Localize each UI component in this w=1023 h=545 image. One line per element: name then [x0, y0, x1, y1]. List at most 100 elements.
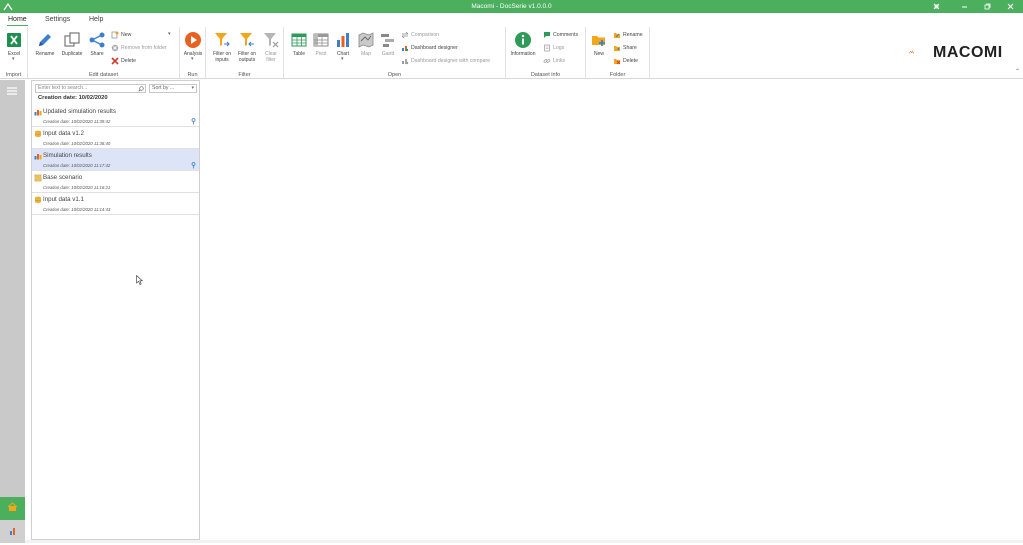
remove-from-folder-label: Remove from folder [121, 44, 167, 51]
share-icon [89, 32, 105, 48]
excel-dropdown-icon[interactable]: ▾ [12, 56, 15, 62]
remove-icon [111, 44, 119, 51]
excel-icon [7, 33, 21, 47]
pin-icon[interactable] [191, 118, 196, 125]
filter-on-inputs-button[interactable]: Filter on inputs [209, 31, 235, 63]
new-dropdown-icon[interactable]: ▾ [168, 31, 171, 37]
filter-inputs-icon [215, 33, 230, 47]
close-button[interactable] [1003, 1, 1017, 12]
chart-dropdown-icon[interactable]: ▾ [341, 56, 344, 62]
new-folder-button[interactable]: New [586, 31, 612, 57]
dashboard-designer-compare-button[interactable]: Dashboard designer with compare [401, 56, 490, 65]
restore-button[interactable] [980, 1, 994, 12]
home-icon [7, 502, 18, 511]
dataset-list-item[interactable]: Input data v1.2 Creation date: 10/02/202… [32, 127, 199, 149]
delete-label: Delete [121, 57, 136, 64]
clear-filter-button[interactable]: Clear filter [258, 31, 284, 63]
new-folder-icon [592, 36, 605, 46]
comments-button[interactable]: Comments [543, 30, 578, 39]
rename-folder-icon [614, 32, 620, 38]
ribbon-group-folder: New Rename Share Delete Folder [586, 27, 650, 79]
hamburger-menu-icon[interactable] [6, 86, 18, 96]
share-folder-label: Share [623, 44, 637, 51]
delete-folder-button[interactable]: Delete [613, 56, 638, 65]
collapse-ribbon-icon[interactable]: ⌃ [1015, 68, 1020, 75]
brand-logo-text: MACOMI [933, 44, 1003, 61]
dataset-name: Base scenario [43, 174, 83, 181]
window-title: Macomi - DocSerie v1.0.0.0 [471, 3, 552, 10]
pin-icon [933, 3, 939, 10]
table-label: Table [293, 51, 305, 57]
tab-help[interactable]: Help [89, 16, 103, 23]
group-label-edit-dataset: Edit dataset [88, 72, 119, 78]
open-gantt-button[interactable]: Gantt [375, 31, 401, 57]
tab-settings[interactable]: Settings [45, 16, 70, 23]
tab-home[interactable]: Home [7, 16, 28, 26]
comparison-button[interactable]: Comparison [401, 30, 439, 39]
information-label: Information [510, 51, 536, 57]
search-input[interactable]: Enter text to search... [35, 84, 146, 93]
rename-folder-label: Rename [623, 31, 643, 38]
minimize-button[interactable] [957, 1, 971, 12]
ribbon-group-edit-dataset: Rename Duplicate Share New ▾ Remove from… [28, 27, 180, 79]
nav-dashboard-button[interactable] [0, 520, 25, 543]
pin-icon[interactable] [191, 162, 196, 169]
dataset-creation-date: Creation date: 10/02/2020 11:38:40 [43, 141, 111, 146]
ribbon-group-import: Excel ▾ Import [0, 27, 28, 79]
rename-folder-button[interactable]: Rename [613, 30, 643, 39]
comment-icon [544, 31, 550, 38]
database-icon [34, 130, 42, 138]
links-button[interactable]: Links [543, 56, 565, 65]
new-dataset-button[interactable]: New [111, 30, 131, 39]
group-label-dataset-info: Dataset info [530, 72, 561, 78]
filter-outputs-label-2: outputs [238, 57, 256, 63]
mouse-cursor-icon [136, 275, 143, 285]
logs-button[interactable]: Logs [543, 43, 564, 52]
dataset-name: Input data v1.1 [43, 196, 84, 203]
dataset-name: Simulation results [43, 152, 92, 159]
delete-folder-icon [614, 58, 621, 64]
dataset-list-item[interactable]: Base scenario Creation date: 10/02/2020 … [32, 171, 199, 193]
sort-by-dropdown[interactable]: Sort by ... ▾ [149, 84, 197, 93]
filter-on-outputs-button[interactable]: Filter on outputs [234, 31, 260, 63]
remove-from-folder-button[interactable]: Remove from folder [111, 43, 167, 52]
search-placeholder: Enter text to search... [38, 85, 88, 91]
share-folder-button[interactable]: Share [613, 43, 637, 52]
ribbon-group-filter: Filter on inputs Filter on outputs Clear… [206, 27, 284, 79]
info-icon [515, 32, 531, 48]
group-label-folder: Folder [609, 72, 626, 78]
analysis-dropdown-icon[interactable]: ▾ [191, 56, 194, 62]
menu-bar: Home Settings Help [0, 13, 1023, 27]
analysis-button[interactable]: Analysis [180, 31, 206, 57]
delete-dataset-button[interactable]: Delete [111, 56, 136, 65]
table-icon [291, 33, 307, 47]
pivot-icon [313, 33, 329, 47]
excel-import-button[interactable]: Excel [1, 31, 27, 57]
pin-window-button[interactable] [929, 1, 943, 12]
share-folder-icon [614, 45, 620, 51]
dataset-list-item-selected[interactable]: Simulation results Creation date: 10/02/… [32, 149, 199, 171]
map-label: Map [361, 51, 371, 57]
close-icon [1007, 3, 1013, 10]
information-button[interactable]: Information [510, 31, 536, 57]
restore-icon [984, 3, 990, 10]
rename-dataset-button[interactable]: Rename [32, 31, 58, 57]
dashboard-designer-button[interactable]: Dashboard designer [401, 43, 458, 52]
filter-inputs-label-2: inputs [215, 57, 229, 63]
ribbon: Excel ▾ Import Rename Duplicate Share Ne… [0, 27, 1023, 79]
duplicate-dataset-button[interactable]: Duplicate [59, 31, 85, 57]
play-icon [185, 32, 201, 48]
duplicate-icon [64, 32, 80, 47]
dashboard-designer-label: Dashboard designer [411, 44, 458, 51]
dataset-name: Updated simulation results [43, 108, 116, 115]
share-dataset-button[interactable]: Share [84, 31, 110, 57]
dataset-name: Input data v1.2 [43, 130, 84, 137]
nav-home-button[interactable] [0, 497, 25, 520]
macomi-logo-icon [909, 50, 915, 54]
pivot-label: Pivot [315, 51, 327, 57]
gantt-label: Gantt [381, 51, 395, 57]
dataset-list-item[interactable]: Updated simulation results Creation date… [32, 105, 199, 127]
dataset-list-item[interactable]: Input data v1.1 Creation date: 10/02/202… [32, 193, 199, 215]
map-icon [358, 32, 374, 48]
minimize-icon [961, 6, 967, 8]
